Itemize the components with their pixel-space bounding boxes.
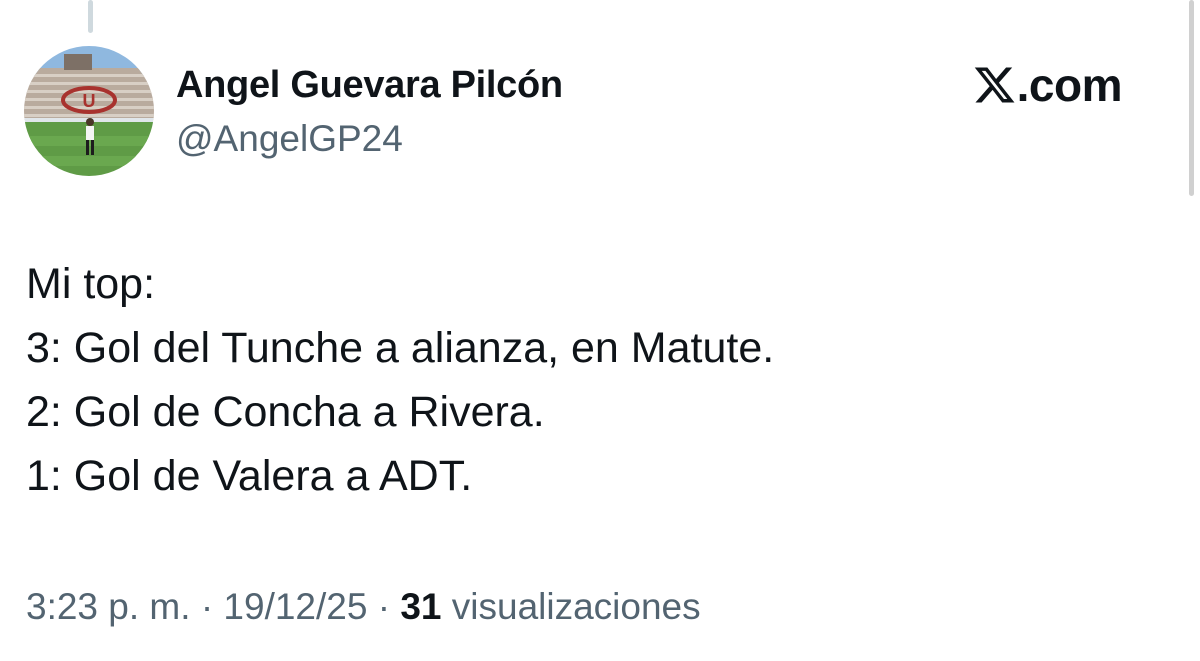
separator: · [377,586,391,627]
scrollbar[interactable] [1189,0,1194,196]
views-count[interactable]: 31 [400,586,441,627]
brand-domain: .com [1016,59,1123,111]
avatar-image: U [24,46,154,176]
x-logo-icon [974,67,1015,103]
avatar[interactable]: U [24,46,154,176]
tweet-line: 3: Gol del Tunche a alianza, en Matute. [26,324,775,372]
tweet-line: 2: Gol de Concha a Rivera. [26,388,545,436]
svg-text:U: U [83,91,96,111]
brand-watermark: .com [973,58,1123,112]
author-info[interactable]: Angel Guevara Pilcón @AngelGP24 [176,62,563,162]
tweet-metadata: 3:23 p. m. · 19/12/25 · 31 visualizacion… [26,582,701,632]
thread-connector-line [88,0,93,33]
tweet-line: 1: Gol de Valera a ADT. [26,452,473,500]
tweet-text: Mi top: 3: Gol del Tunche a alianza, en … [26,252,774,508]
tweet-time[interactable]: 3:23 p. m. [26,586,191,627]
tweet-date[interactable]: 19/12/25 [223,586,367,627]
separator: · [200,586,214,627]
tweet-line: Mi top: [26,260,156,308]
user-handle[interactable]: @AngelGP24 [176,116,563,162]
display-name[interactable]: Angel Guevara Pilcón [176,62,563,108]
views-label[interactable]: visualizaciones [452,586,701,627]
